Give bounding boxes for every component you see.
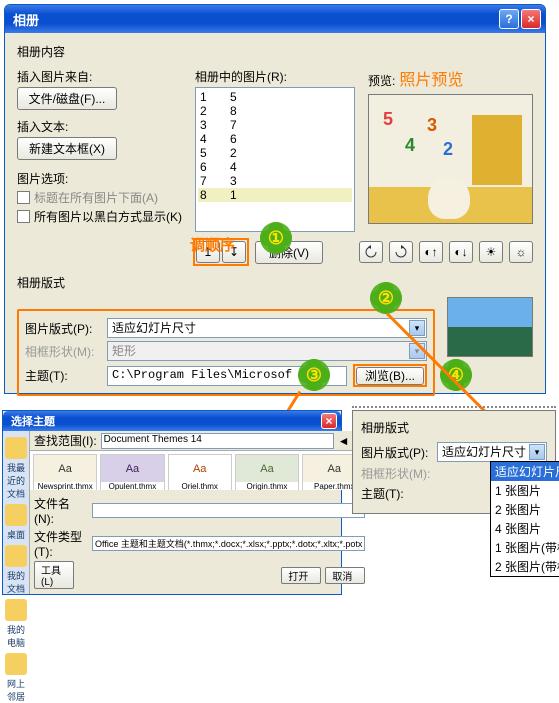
pic-options-label: 图片选项: (17, 170, 185, 187)
dd-picture-layout-label: 图片版式(P): (361, 444, 431, 461)
all-bw-checkbox-row[interactable]: 所有图片以黑白方式显示(K) (17, 208, 185, 225)
sidebar-item[interactable]: 我的电脑 (5, 599, 27, 649)
list-item[interactable]: 64 (198, 160, 352, 174)
step-marker-1: ① (260, 222, 292, 254)
filetype-label: 文件类型(T): (34, 528, 88, 559)
theme-file-dialog: 选择主题 × 我最近的文档桌面我的文档我的电脑网上邻居 查找范围(I): Doc… (2, 410, 342, 595)
chevron-down-icon[interactable]: ▾ (529, 444, 545, 460)
dd-frame-shape-label: 相框形状(M): (361, 465, 431, 482)
browse-button[interactable]: 浏览(B)... (356, 367, 424, 385)
chevron-down-icon[interactable]: ▾ (409, 320, 425, 336)
theme-item[interactable]: AaNewsprint.thmx (33, 454, 97, 490)
list-item[interactable]: 73 (198, 174, 352, 188)
layout-dropdown-popup: 相册版式 图片版式(P): 适应幻灯片尺寸 ▾ 相框形状(M): 主题(T): … (352, 410, 556, 514)
filename-label: 文件名(N): (34, 495, 88, 526)
brightness-up-button[interactable]: ☀ (479, 241, 503, 263)
filetype-combo[interactable]: Office 主题和主题文档(*.thmx;*.docx;*.xlsx;*.pp… (92, 536, 365, 551)
contrast-down-button[interactable]: ◐↓ (449, 241, 473, 263)
help-button[interactable]: ? (499, 9, 519, 29)
dropdown-option[interactable]: 4 张图片 (491, 519, 559, 538)
sidebar-item[interactable]: 桌面 (5, 504, 27, 541)
dropdown-option[interactable]: 适应幻灯片尺寸 (491, 462, 559, 481)
file-cancel-button[interactable]: 取消 (325, 567, 365, 584)
dropdown-option[interactable]: 2 张图片 (491, 500, 559, 519)
file-sidebar: 我最近的文档桌面我的文档我的电脑网上邻居 (3, 431, 30, 594)
path-combo[interactable]: Document Themes 14 (101, 433, 334, 449)
dropdown-option[interactable]: 1 张图片(带标题) (491, 538, 559, 557)
file-dialog-titlebar: 选择主题 × (3, 411, 341, 431)
picture-layout-value: 适应幻灯片尺寸 (112, 321, 196, 335)
dialog-title: 相册 (13, 10, 499, 29)
dropdown-option[interactable]: 2 张图片(带标题) (491, 557, 559, 576)
theme-item[interactable]: AaOrigin.thmx (235, 454, 299, 490)
list-item[interactable]: 15 (198, 90, 352, 104)
album-dialog: 相册 ? × 相册内容 插入图片来自: 文件/磁盘(F)... 插入文本: 新建… (4, 4, 546, 394)
frame-shape-value: 矩形 (112, 344, 136, 358)
theme-item[interactable]: AaOpulent.thmx (100, 454, 164, 490)
dd-theme-label: 主题(T): (361, 485, 431, 502)
insert-pic-from-label: 插入图片来自: (17, 68, 185, 85)
step-marker-4: ④ (440, 359, 472, 391)
list-item[interactable]: 46 (198, 132, 352, 146)
filename-input[interactable] (92, 503, 365, 518)
close-button[interactable]: × (321, 413, 337, 429)
album-content-label: 相册内容 (17, 43, 533, 60)
picture-layout-combo[interactable]: 适应幻灯片尺寸 ▾ (107, 318, 427, 338)
layout-thumbnail (447, 297, 533, 357)
dd-picture-layout-combo[interactable]: 适应幻灯片尺寸 ▾ (437, 442, 547, 462)
dd-picture-layout-value: 适应幻灯片尺寸 (442, 445, 526, 459)
dialog-body: 相册内容 插入图片来自: 文件/磁盘(F)... 插入文本: 新建文本框(X) … (5, 33, 545, 404)
theme-item[interactable]: AaOriel.thmx (168, 454, 232, 490)
adjust-order-label: 调顺序 (190, 234, 235, 255)
back-icon[interactable]: ◄ (338, 434, 350, 448)
album-layout-section-label: 相册版式 (17, 274, 533, 291)
step-marker-2: ② (370, 282, 402, 314)
frame-shape-combo: 矩形 ▾ (107, 341, 427, 361)
sidebar-item[interactable]: 网上邻居 (5, 653, 27, 703)
pics-in-album-label: 相册中的图片(R): (195, 68, 358, 85)
list-item[interactable]: 52 (198, 146, 352, 160)
picture-layout-label: 图片版式(P): (25, 320, 101, 337)
window-buttons: ? × (499, 9, 541, 29)
new-textbox-button[interactable]: 新建文本框(X) (17, 137, 117, 160)
rotate-left-button[interactable] (359, 241, 383, 263)
all-bw-checkbox[interactable] (17, 210, 30, 223)
step-marker-3: ③ (298, 359, 330, 391)
tools-button[interactable]: 工具(L) (34, 561, 74, 589)
close-button[interactable]: × (521, 9, 541, 29)
layout-group: 图片版式(P): 适应幻灯片尺寸 ▾ 相框形状(M): 矩形 ▾ 主题(T): … (17, 309, 435, 396)
caption-below-label: 标题在所有图片下面(A) (34, 189, 158, 206)
dd-section-label: 相册版式 (361, 419, 547, 436)
theme-grid[interactable]: AaNewsprint.thmxAaOpulent.thmxAaOriel.th… (30, 451, 369, 490)
path-label: 查找范围(I): (34, 432, 97, 449)
theme-label: 主题(T): (25, 367, 101, 384)
caption-below-checkbox[interactable] (17, 191, 30, 204)
file-disk-button[interactable]: 文件/磁盘(F)... (17, 87, 117, 110)
dropdown-option[interactable]: 1 张图片 (491, 481, 559, 500)
titlebar: 相册 ? × (5, 5, 545, 33)
open-button[interactable]: 打开 (281, 567, 321, 584)
preview-image: 5 4 3 2 (368, 94, 533, 224)
dd-option-list[interactable]: 适应幻灯片尺寸1 张图片2 张图片4 张图片1 张图片(带标题)2 张图片(带标… (490, 461, 559, 577)
preview-label: 预览: (368, 72, 395, 89)
brightness-down-button[interactable]: ☼ (509, 241, 533, 263)
list-item[interactable]: 28 (198, 104, 352, 118)
frame-shape-label: 相框形状(M): (25, 343, 101, 360)
rotate-right-button[interactable] (389, 241, 413, 263)
caption-below-checkbox-row[interactable]: 标题在所有图片下面(A) (17, 189, 185, 206)
picture-listbox[interactable]: 1528374652647381 (195, 87, 355, 232)
sidebar-item[interactable]: 我的文档 (5, 545, 27, 595)
preview-overlay-text: 照片预览 (399, 66, 463, 90)
contrast-up-button[interactable]: ◐↑ (419, 241, 443, 263)
sidebar-item[interactable]: 我最近的文档 (5, 437, 27, 500)
all-bw-label: 所有图片以黑白方式显示(K) (34, 208, 182, 225)
insert-text-label: 插入文本: (17, 118, 185, 135)
list-item[interactable]: 37 (198, 118, 352, 132)
file-toolbar: 查找范围(I): Document Themes 14 ◄ ▲ (30, 431, 369, 451)
file-dialog-title: 选择主题 (11, 413, 321, 429)
list-item[interactable]: 81 (198, 188, 352, 202)
